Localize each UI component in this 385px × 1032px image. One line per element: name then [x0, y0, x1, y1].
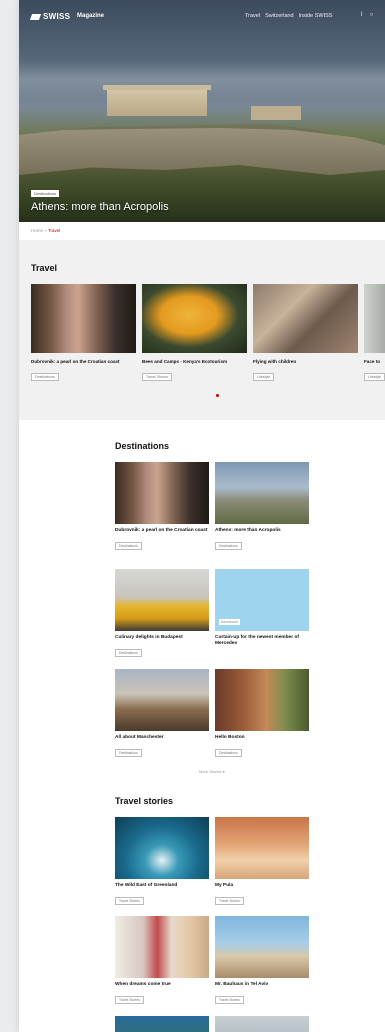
- advertorial-badge: Advertorial: [219, 619, 240, 625]
- card-image: [215, 916, 309, 978]
- story-card[interactable]: Mr. Bauhaus in Tel Aviv Travel Stories: [215, 916, 309, 1006]
- destination-card[interactable]: All about Manchester Destinations: [115, 669, 209, 759]
- language-icon[interactable]: ǀ: [361, 12, 363, 18]
- magazine-link[interactable]: Magazine: [77, 13, 104, 19]
- hero-badge: Destinations: [31, 190, 60, 197]
- card-image: [142, 284, 247, 353]
- nav-travel[interactable]: Travel: [245, 13, 260, 19]
- travel-card[interactable]: Face to Lifestyle: [364, 284, 385, 383]
- story-card[interactable]: [115, 1016, 209, 1032]
- story-card[interactable]: The Wild East of Greenland Travel Storie…: [115, 817, 209, 907]
- search-icon[interactable]: ○: [370, 12, 374, 18]
- breadcrumb: Home » Travel: [31, 228, 61, 233]
- card-image: [364, 284, 385, 353]
- more-stories-button[interactable]: More Stories ▾: [199, 769, 225, 774]
- page: SWISS Magazine Travel Switzerland Inside…: [19, 0, 385, 1032]
- advertorial-card[interactable]: Advertorial Curtain-up for the newest me…: [215, 569, 309, 647]
- carousel-dot-active[interactable]: [216, 394, 219, 397]
- story-card[interactable]: When dreams come true Travel Stories: [115, 916, 209, 1006]
- swiss-logo[interactable]: SWISS: [29, 12, 70, 21]
- travel-heading: Travel: [31, 263, 58, 273]
- card-image: Advertorial: [215, 569, 309, 631]
- travel-card[interactable]: Flying with children Lifestyle: [253, 284, 358, 383]
- breadcrumb-home[interactable]: Home: [31, 228, 43, 233]
- card-image: [253, 284, 358, 353]
- card-image: [115, 462, 209, 524]
- card-image: [115, 569, 209, 631]
- destination-card[interactable]: Athens: more than Acropolis Destinations: [215, 462, 309, 552]
- travel-card[interactable]: Dubrovnik: a pearl on the Croatian coast…: [31, 284, 136, 383]
- travel-card[interactable]: Bees and Camps - Kenya's Ecotourism Trav…: [142, 284, 247, 383]
- card-image: [215, 462, 309, 524]
- story-card[interactable]: [215, 1016, 309, 1032]
- nav-switzerland[interactable]: Switzerland: [265, 13, 293, 19]
- destination-card[interactable]: Culinary delights in Budapest Destinatio…: [115, 569, 209, 659]
- destinations-heading: Destinations: [115, 441, 170, 451]
- card-image: [115, 669, 209, 731]
- story-card[interactable]: My Pula Travel Stories: [215, 817, 309, 907]
- card-image: [215, 817, 309, 879]
- breadcrumb-current: Travel: [47, 228, 61, 233]
- travel-stories-heading: Travel stories: [115, 796, 174, 806]
- hero-banner[interactable]: SWISS Magazine Travel Switzerland Inside…: [19, 0, 385, 222]
- card-image: [115, 817, 209, 879]
- card-image: [115, 916, 209, 978]
- card-image: [215, 669, 309, 731]
- destination-card[interactable]: Dubrovnik: a pearl on the Croatian coast…: [115, 462, 209, 552]
- destination-card[interactable]: Hello Boston Destinations: [215, 669, 309, 759]
- card-image: [115, 1016, 209, 1032]
- nav-inside-swiss[interactable]: Inside SWISS: [299, 13, 333, 19]
- parthenon-image: [103, 85, 211, 116]
- hero-title[interactable]: Athens: more than Acropolis: [31, 201, 169, 213]
- main-nav: Travel Switzerland Inside SWISS: [245, 13, 332, 19]
- swiss-flag-icon: [29, 14, 42, 20]
- card-image: [31, 284, 136, 353]
- card-image: [215, 1016, 309, 1032]
